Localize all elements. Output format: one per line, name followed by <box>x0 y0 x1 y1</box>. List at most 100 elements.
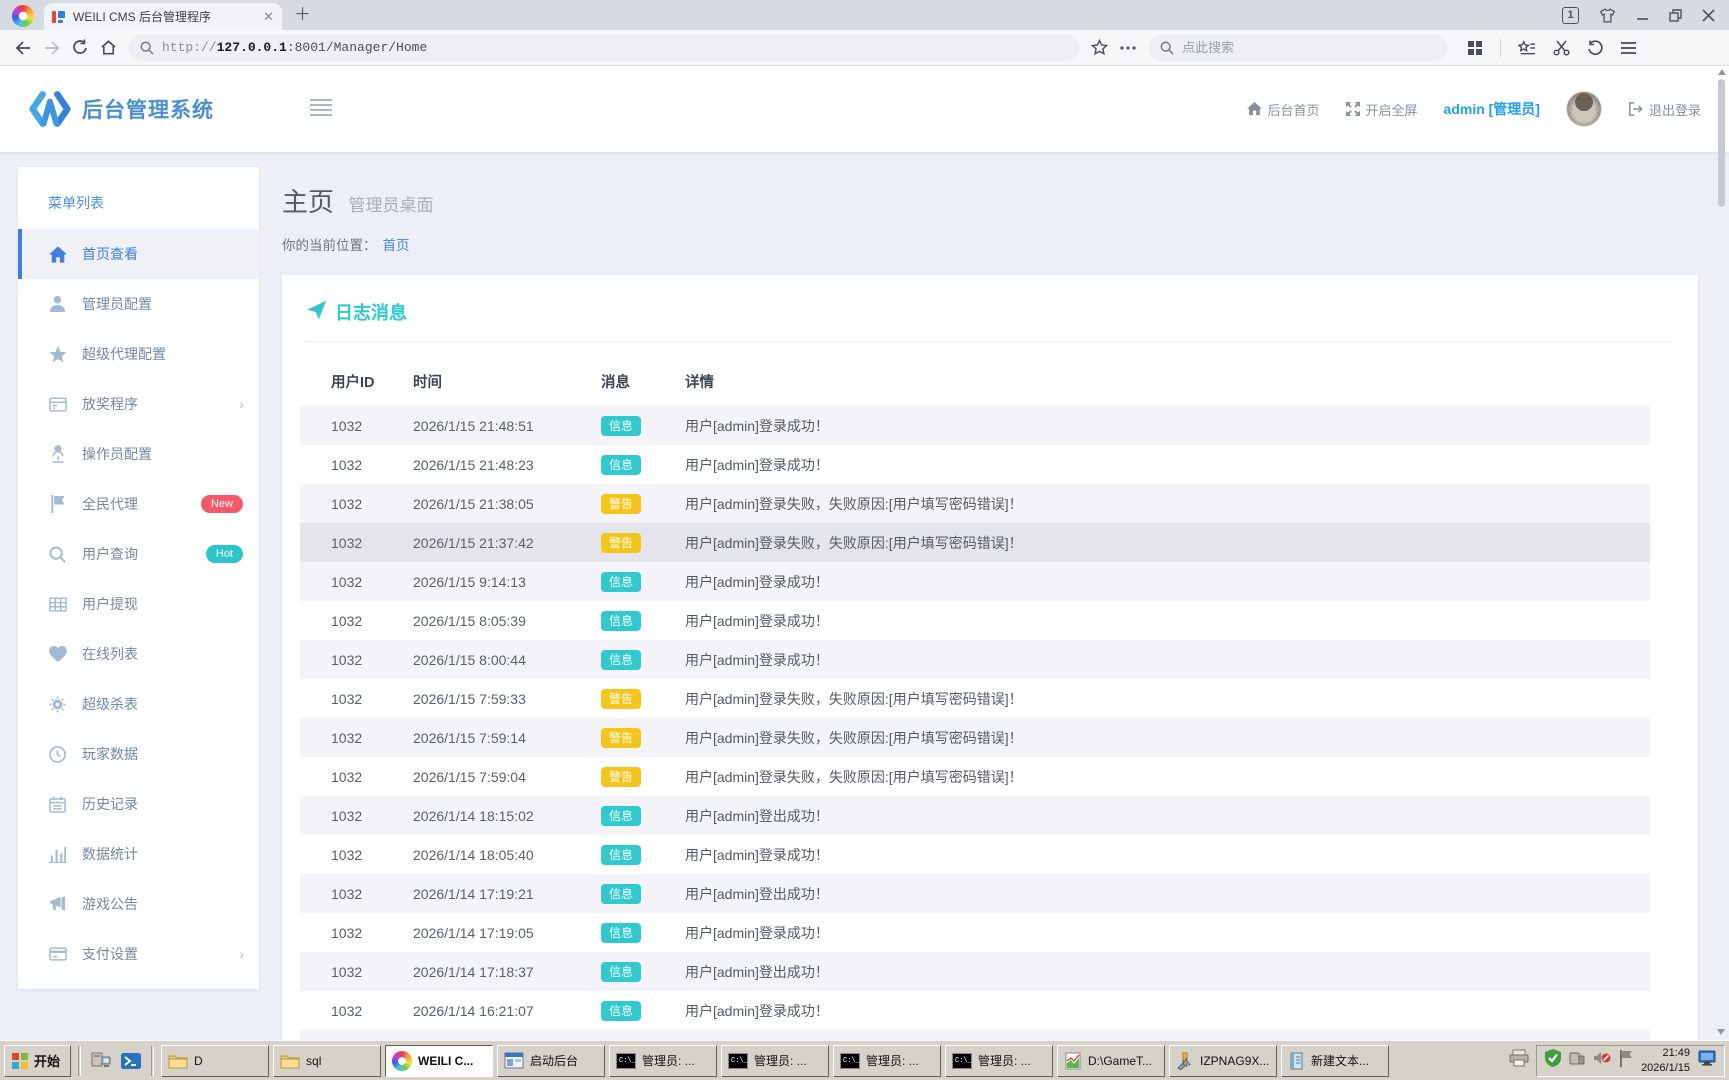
taskbar-window-gamet[interactable]: D:\GameT... <box>1057 1045 1165 1077</box>
table-row[interactable]: 1032 2026/1/15 9:14:13 信息 用户[admin]登录成功！ <box>300 562 1650 601</box>
table-row[interactable]: 1032 2026/1/14 17:18:37 信息 用户[admin]登出成功… <box>300 952 1650 991</box>
taskbar-window-new-text[interactable]: 新建文本... <box>1281 1045 1389 1077</box>
menu-hamburger-icon[interactable] <box>1620 41 1637 55</box>
nav-fullscreen[interactable]: 开启全屏 <box>1346 100 1418 119</box>
browser-logo-icon[interactable] <box>12 5 34 27</box>
tray-shield-icon[interactable] <box>1545 1049 1561 1072</box>
nav-backend-home[interactable]: 后台首页 <box>1247 100 1320 119</box>
sidebar-item-home[interactable]: 首页查看 <box>18 229 259 279</box>
close-button[interactable] <box>1702 9 1715 22</box>
tray-flag-icon[interactable] <box>1619 1050 1633 1072</box>
table-row[interactable]: 1032 2026/1/15 21:37:42 警告 用户[admin]登录失败… <box>300 523 1650 562</box>
taskbar-window-sql[interactable]: sql <box>273 1045 381 1077</box>
sidebar-item-game-announcement[interactable]: 游戏公告 <box>18 879 259 929</box>
home-icon[interactable] <box>100 39 117 56</box>
sidebar-item-prize-program[interactable]: 放奖程序 › <box>18 379 259 429</box>
tray-clock[interactable]: 21:49 2026/1/15 <box>1641 1046 1690 1075</box>
sidebar-item-operator-config[interactable]: 操作员配置 <box>18 429 259 479</box>
table-row[interactable]: 1032 2026/1/15 8:05:39 信息 用户[admin]登录成功！ <box>300 601 1650 640</box>
apps-grid-icon[interactable] <box>1467 40 1483 56</box>
table-row[interactable]: 1032 2026/1/15 21:38:05 警告 用户[admin]登录失败… <box>300 484 1650 523</box>
taskbar-window-start-backend[interactable]: 启动后台 <box>497 1045 605 1077</box>
table-row[interactable]: 1032 2026/1/14 13:11:22 信息 用户[admin]登出成功… <box>300 1030 1650 1040</box>
cmd-icon: C:\_ <box>616 1053 636 1069</box>
quicklaunch-powershell-icon[interactable] <box>118 1048 144 1074</box>
restore-button[interactable] <box>1669 9 1682 22</box>
table-row[interactable]: 1032 2026/1/15 21:48:23 信息 用户[admin]登录成功… <box>300 445 1650 484</box>
window-count-badge[interactable]: 1 <box>1562 7 1579 24</box>
taskbar-window-weili-browser[interactable]: WEILI C... <box>385 1045 493 1077</box>
sidebar-item-online-list[interactable]: 在线列表 <box>18 629 259 679</box>
app-title: 后台管理系统 <box>82 94 214 124</box>
sidebar-item-history[interactable]: 历史记录 <box>18 779 259 829</box>
table-row[interactable]: 1032 2026/1/15 7:59:33 警告 用户[admin]登录失败，… <box>300 679 1650 718</box>
sidebar-item-admin-config[interactable]: 管理员配置 <box>18 279 259 329</box>
page-scrollbar[interactable] <box>1716 66 1727 1040</box>
avatar[interactable] <box>1566 91 1602 127</box>
taskbar-window-izpnag[interactable]: IZPNAG9X... <box>1169 1045 1277 1077</box>
sidebar-item-player-data[interactable]: 玩家数据 <box>18 729 259 779</box>
table-row[interactable]: 1032 2026/1/15 21:48:51 信息 用户[admin]登录成功… <box>300 406 1650 445</box>
tray-printer-icon[interactable] <box>1509 1049 1529 1072</box>
taskbar-window-cmd-admin-1[interactable]: C:\_ 管理员: ... <box>609 1045 717 1077</box>
search-input[interactable] <box>1182 40 1382 55</box>
sidebar-item-super-kill-table[interactable]: 超级杀表 <box>18 679 259 729</box>
app-logo[interactable]: 后台管理系统 <box>28 90 214 128</box>
current-user[interactable]: admin [管理员] <box>1444 99 1540 119</box>
more-options-icon[interactable] <box>1119 45 1137 51</box>
back-icon[interactable] <box>14 40 32 56</box>
minimize-button[interactable] <box>1636 9 1649 22</box>
sidebar-item-payment-settings[interactable]: 支付设置 › <box>18 929 259 979</box>
megaphone-icon <box>48 896 67 912</box>
search-icon <box>1160 41 1174 55</box>
taskbar-window-cmd-admin-4[interactable]: C:\_ 管理员: ... <box>945 1045 1053 1077</box>
table-row[interactable]: 1032 2026/1/14 18:15:02 信息 用户[admin]登出成功… <box>300 796 1650 835</box>
fullscreen-icon <box>1346 102 1360 116</box>
screenshot-scissors-icon[interactable] <box>1553 40 1570 56</box>
favorites-list-icon[interactable] <box>1518 40 1536 56</box>
table-row[interactable]: 1032 2026/1/14 17:19:05 信息 用户[admin]登录成功… <box>300 913 1650 952</box>
tray-monitor-icon[interactable] <box>1698 1050 1716 1071</box>
undo-sync-icon[interactable] <box>1587 40 1603 56</box>
tray-device-icon[interactable] <box>1569 1050 1585 1071</box>
scroll-down-icon[interactable] <box>1717 1029 1725 1035</box>
skin-shirt-icon[interactable] <box>1599 8 1616 23</box>
new-tab-button[interactable]: ＋ <box>294 0 311 25</box>
taskbar-window-d[interactable]: D <box>161 1045 269 1077</box>
prize-card-icon <box>48 397 67 412</box>
table-row[interactable]: 1032 2026/1/14 17:19:21 信息 用户[admin]登出成功… <box>300 874 1650 913</box>
quick-search-box[interactable] <box>1148 35 1448 61</box>
heart-icon <box>48 646 67 662</box>
table-row[interactable]: 1032 2026/1/14 18:05:40 信息 用户[admin]登录成功… <box>300 835 1650 874</box>
bookmark-star-icon[interactable] <box>1091 39 1108 56</box>
sidebar-item-super-agent-config[interactable]: 超级代理配置 <box>18 329 259 379</box>
table-row[interactable]: 1032 2026/1/15 8:00:44 信息 用户[admin]登录成功！ <box>300 640 1650 679</box>
cell-user-id: 1032 <box>331 535 413 551</box>
table-row[interactable]: 1032 2026/1/14 16:21:07 信息 用户[admin]登录成功… <box>300 991 1650 1030</box>
sidebar-item-universal-agent[interactable]: 全民代理 New <box>18 479 259 529</box>
reload-icon[interactable] <box>72 39 89 56</box>
clock-icon <box>48 746 67 763</box>
sidebar-item-user-withdraw[interactable]: 用户提现 <box>18 579 259 629</box>
table-row[interactable]: 1032 2026/1/15 7:59:04 警告 用户[admin]登录失败，… <box>300 757 1650 796</box>
forward-icon[interactable] <box>43 40 61 56</box>
breadcrumb-home-link[interactable]: 首页 <box>383 238 410 253</box>
sidebar-item-statistics[interactable]: 数据统计 <box>18 829 259 879</box>
address-bar[interactable]: http://127.0.0.1:8001/Manager/Home <box>128 35 1080 61</box>
tray-volume-muted-icon[interactable] <box>1593 1050 1611 1071</box>
logout-button[interactable]: 退出登录 <box>1628 100 1701 119</box>
scroll-up-icon[interactable] <box>1718 69 1726 75</box>
scrollbar-thumb[interactable] <box>1718 79 1725 207</box>
tab-close-icon[interactable]: ✕ <box>263 9 274 25</box>
sidebar-collapse-icon[interactable] <box>310 98 332 121</box>
start-button[interactable]: 开始 <box>4 1045 71 1077</box>
sidebar-item-user-query[interactable]: 用户查询 Hot <box>18 529 259 579</box>
quicklaunch-computer-icon[interactable] <box>88 1048 114 1074</box>
taskbar-window-cmd-admin-3[interactable]: C:\_ 管理员: ... <box>833 1045 941 1077</box>
page-body: 菜单列表 首页查看 管理员配置 超级代理配置 放奖程序 › 操作员配置 <box>0 152 1729 1040</box>
chart-doc-icon <box>1064 1052 1082 1070</box>
taskbar-window-cmd-admin-2[interactable]: C:\_ 管理员: ... <box>721 1045 829 1077</box>
browser-tab[interactable]: WEILI CMS 后台管理程序 ✕ <box>44 3 282 30</box>
calendar-icon <box>48 796 67 813</box>
table-row[interactable]: 1032 2026/1/15 7:59:14 警告 用户[admin]登录失败，… <box>300 718 1650 757</box>
